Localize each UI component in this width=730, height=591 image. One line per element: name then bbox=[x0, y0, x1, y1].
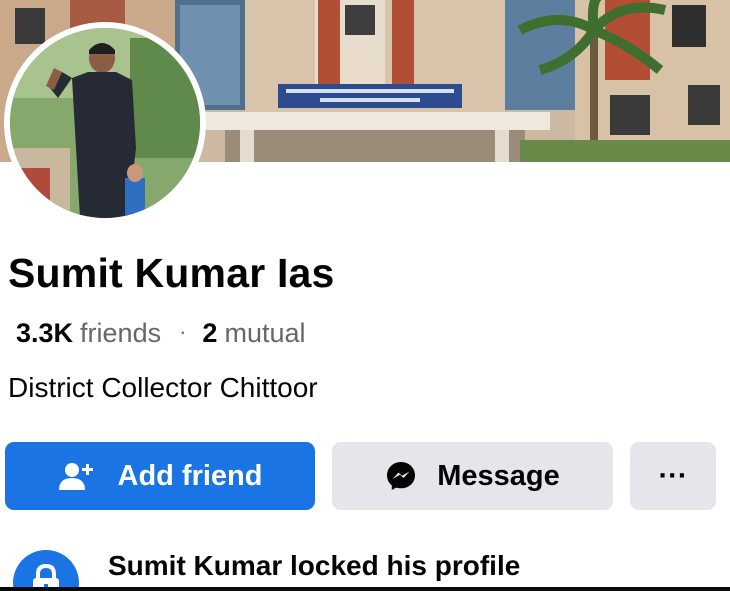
more-options-icon: ··· bbox=[658, 459, 688, 492]
profile-bio: District Collector Chittoor bbox=[8, 372, 318, 403]
profile-avatar[interactable] bbox=[10, 28, 200, 218]
bottom-divider bbox=[0, 587, 730, 591]
lock-badge bbox=[13, 550, 79, 591]
stats-separator: · bbox=[179, 319, 187, 344]
add-friend-button[interactable]: Add friend bbox=[5, 442, 315, 510]
message-button[interactable]: Message bbox=[332, 442, 613, 510]
profile-name: Sumit Kumar Ias bbox=[8, 250, 335, 296]
mutual-count: 2 bbox=[202, 318, 218, 348]
add-friend-icon bbox=[58, 461, 94, 491]
messenger-icon bbox=[385, 460, 417, 492]
friends-count: 3.3K bbox=[16, 318, 74, 348]
friends-label: friends bbox=[80, 318, 162, 348]
message-label: Message bbox=[437, 459, 560, 492]
friends-stats[interactable]: 3.3K friends · 2 mutual bbox=[16, 318, 306, 349]
mutual-label: mutual bbox=[224, 318, 306, 348]
locked-profile-notice: Sumit Kumar locked his profile bbox=[0, 540, 730, 591]
more-options-button[interactable]: ··· bbox=[630, 442, 716, 510]
add-friend-label: Add friend bbox=[117, 459, 263, 492]
locked-profile-text: Sumit Kumar locked his profile bbox=[108, 550, 521, 581]
